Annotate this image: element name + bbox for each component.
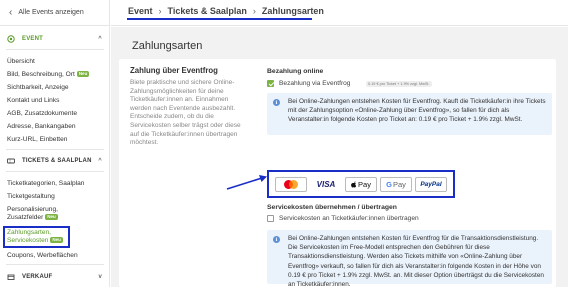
sidebar-item-ticketkategorien[interactable]: Ticketkategorien, Saalplan	[7, 180, 84, 188]
page-title: Zahlungsarten	[132, 40, 203, 52]
google-pay-label: Pay	[392, 180, 406, 189]
online-payment-info-box: i Bei Online-Zahlungen entstehen Kosten …	[267, 93, 552, 135]
sidebar-item-sichtbarkeit[interactable]: Sichtbarkeit, Anzeige	[7, 84, 69, 92]
section-verkauf-label: VERKAUF	[22, 274, 53, 280]
sidebar-item-label: Personalisierung,	[7, 206, 58, 213]
divider	[6, 171, 104, 172]
apple-pay-icon: Pay	[345, 177, 377, 192]
sidebar-item-adresse[interactable]: Adresse, Bankangaben	[7, 123, 76, 131]
section-event-header[interactable]: EVENT ^	[0, 30, 110, 48]
section-tickets-header[interactable]: TICKETS & SAALPLAN ^	[0, 152, 110, 170]
breadcrumb-separator: ›	[252, 6, 256, 16]
sidebar-item-kurz-url[interactable]: Kurz-URL, Einbetten	[7, 136, 67, 144]
fee-pill: 0.19 € pro Ticket + 1.9% zzgl. MwSt.	[366, 81, 432, 87]
info-icon: i	[273, 236, 280, 243]
ticket-section-icon	[7, 157, 15, 165]
visa-label: VISA	[316, 180, 336, 189]
service-fees-checkbox-label: Servicekosten an Ticketkäufer:innen über…	[279, 215, 419, 222]
sidebar-item-uebersicht[interactable]: Übersicht	[7, 58, 35, 66]
sidebar-item-label: Bild, Beschreibung, Ort	[7, 71, 75, 78]
google-g-glyph: G	[386, 180, 392, 189]
payment-methods-highlight: VISA Pay G Pay PayPal	[267, 170, 455, 198]
sidebar-item-personalisierung[interactable]: Personalisierung, Zusatzfelder Neu	[7, 206, 58, 222]
breadcrumb: Event › Tickets & Saalplan › Zahlungsart…	[128, 6, 324, 16]
online-payment-heading: Bezahlung online	[267, 68, 324, 75]
mastercard-icon	[275, 177, 307, 192]
active-item-highlight	[3, 226, 70, 248]
breadcrumb-item-zahlungsarten: Zahlungsarten	[261, 6, 324, 16]
section-event-label: EVENT	[22, 36, 44, 42]
chevron-up-icon: ^	[98, 36, 102, 42]
sidebar-item-bild[interactable]: Bild, Beschreibung, Ort Neu	[7, 71, 90, 79]
sidebar-item-coupons[interactable]: Coupons, Werbeflächen	[7, 252, 78, 260]
service-fees-heading: Servicekosten übernehmen / übertragen	[267, 204, 397, 211]
apple-pay-label: Pay	[358, 180, 371, 189]
card-description: Biete praktische und sichere Online-Zahl…	[130, 79, 241, 147]
back-label: Alle Events anzeigen	[18, 9, 84, 16]
sidebar-item-label: Zusatzfelder	[7, 214, 44, 221]
online-payment-checkbox-label: Bezahlung via Eventfrog	[279, 80, 351, 87]
service-fees-checkbox[interactable]	[267, 215, 274, 222]
chevron-left-icon: ‹	[9, 7, 13, 18]
online-payment-info-text: Bei Online-Zahlungen entstehen Kosten fü…	[288, 98, 546, 124]
back-to-events-link[interactable]: ‹ Alle Events anzeigen	[0, 0, 110, 26]
main-content: Zahlungsarten Zahlung über Eventfrog Bie…	[111, 27, 568, 287]
breadcrumb-item-event[interactable]: Event	[128, 6, 153, 16]
visa-icon: VISA	[310, 177, 342, 192]
chevron-down-icon: v	[98, 274, 102, 280]
top-bar: Event › Tickets & Saalplan › Zahlungsart…	[111, 0, 568, 26]
service-fees-info-box: i Bei Online-Zahlungen entstehen Kosten …	[267, 230, 552, 287]
new-badge: Neu	[45, 214, 58, 220]
annotation-arrow-icon	[226, 175, 267, 190]
payment-card: Zahlung über Eventfrog Biete praktische …	[119, 59, 556, 287]
divider	[6, 49, 104, 50]
chevron-up-icon: ^	[98, 158, 102, 164]
divider	[6, 264, 104, 265]
breadcrumb-separator: ›	[158, 6, 162, 16]
paypal-label: PayPal	[420, 181, 442, 188]
section-tickets-label: TICKETS & SAALPLAN	[22, 158, 92, 164]
paypal-icon: PayPal	[415, 177, 447, 192]
new-badge: Neu	[76, 71, 90, 77]
info-icon: i	[273, 99, 280, 106]
section-verkauf-header[interactable]: VERKAUF v	[0, 268, 110, 286]
online-payment-checkbox[interactable]	[267, 80, 274, 87]
event-section-icon	[7, 35, 15, 43]
google-pay-icon: G Pay	[380, 177, 412, 192]
breadcrumb-highlight-underline	[127, 18, 312, 20]
breadcrumb-item-tickets[interactable]: Tickets & Saalplan	[168, 6, 247, 16]
sidebar-item-ticketgestaltung[interactable]: Ticketgestaltung	[7, 193, 55, 201]
sidebar-item-agb[interactable]: AGB, Zusatzdokumente	[7, 110, 77, 118]
card-subtitle: Zahlung über Eventfrog	[130, 66, 218, 75]
cart-section-icon	[7, 273, 15, 281]
divider	[6, 149, 104, 150]
service-fees-info-text: Bei Online-Zahlungen entstehen Kosten fü…	[288, 235, 544, 287]
sidebar-item-kontakt[interactable]: Kontakt und Links	[7, 97, 59, 105]
sidebar: ‹ Alle Events anzeigen EVENT ^ Übersicht…	[0, 0, 110, 287]
